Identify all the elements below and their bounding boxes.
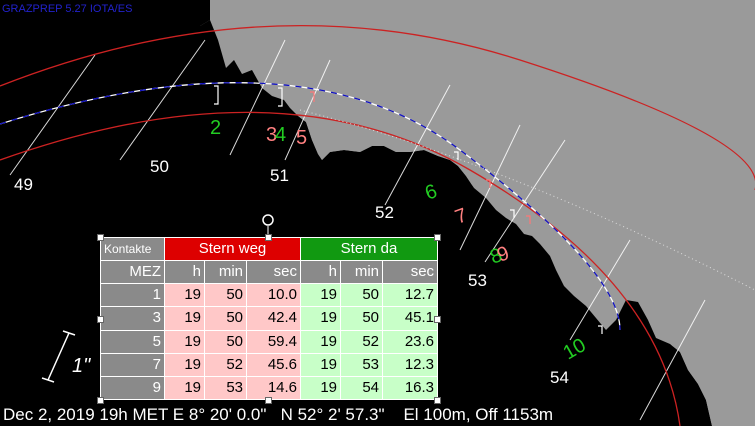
weg-h: 19 [164,375,205,401]
table-corner: Kontakte [100,236,165,262]
weg-sec: 14.6 [245,375,302,401]
table-row: 7 19 52 45.6 19 53 12.3 [100,352,439,377]
da-min: 52 [340,329,384,354]
da-min: 53 [340,352,384,377]
da-sec: 12.3 [382,352,439,377]
weg-h: 19 [164,329,205,354]
weg-min: 50 [204,283,247,308]
band-label-50: 50 [150,157,169,176]
row-header-mez: MEZ [100,260,165,285]
table-subheader-row: MEZ h min sec h min sec [100,260,439,285]
da-h: 19 [300,283,342,308]
row-index: 3 [100,306,165,331]
row-index: 5 [100,329,165,354]
da-min: 50 [340,283,384,308]
table-row: 1 19 50 10.0 19 50 12.7 [100,283,439,308]
col-sec-da: sec [382,260,439,285]
status-lat: N 52° 2' 57.3" [280,405,385,424]
da-h: 19 [300,306,342,331]
col-min-da: min [340,260,384,285]
da-sec: 16.3 [382,375,439,401]
da-sec: 23.6 [382,329,439,354]
col-h-da: h [300,260,342,285]
da-sec: 45.1 [382,306,439,331]
weg-h: 19 [164,352,205,377]
resize-handle[interactable] [434,316,441,323]
col-sec-weg: sec [245,260,302,285]
da-h: 19 [300,375,342,401]
band-label-49: 49 [14,175,33,194]
resize-handle[interactable] [97,397,104,404]
band-label-54: 54 [550,368,569,387]
weg-min: 53 [204,375,247,401]
event-label-4: 4 [275,124,286,146]
resize-handle[interactable] [265,234,272,241]
status-lon: E 8° 20' 0.0" [172,405,267,424]
col-min-weg: min [204,260,247,285]
weg-min: 50 [204,329,247,354]
band-label-52: 52 [375,203,394,222]
weg-min: 52 [204,352,247,377]
event-label-2: 2 [210,117,221,139]
weg-sec: 42.4 [245,306,302,331]
weg-sec: 45.6 [245,352,302,377]
status-date: Dec 2, 2019 19h MET [3,405,169,424]
app-title: GRAZPREP 5.27 IOTA/ES [2,3,133,15]
resize-handle[interactable] [265,397,272,404]
status-elev: El 100m, Off 1153m [403,405,554,424]
table-row: 3 19 50 42.4 19 50 45.1 [100,306,439,331]
resize-handle[interactable] [97,234,104,241]
band-label-51: 51 [270,166,289,185]
table-row: 5 19 50 59.4 19 52 23.6 [100,329,439,354]
da-min: 54 [340,375,384,401]
resize-handle[interactable] [97,316,104,323]
da-min: 50 [340,306,384,331]
da-sec: 12.7 [382,283,439,308]
col-h-weg: h [164,260,205,285]
resize-handle[interactable] [434,234,441,241]
resize-handle[interactable] [434,397,441,404]
row-index: 1 [100,283,165,308]
group-reappear: Stern da [300,236,439,262]
group-disappear: Stern weg [163,236,302,262]
status-line: Dec 2, 2019 19h MET E 8° 20' 0.0" N 52° … [3,405,553,425]
weg-sec: 10.0 [245,283,302,308]
contacts-table[interactable]: Kontakte Stern weg Stern da MEZ h min se… [100,236,439,401]
band-label-53: 53 [468,271,487,290]
event-label-5: 5 [296,127,307,149]
weg-sec: 59.4 [245,329,302,354]
da-h: 19 [300,352,342,377]
weg-h: 19 [164,283,205,308]
row-index: 9 [100,375,165,401]
scale-label: 1" [72,355,91,377]
weg-min: 50 [204,306,247,331]
da-h: 19 [300,329,342,354]
weg-h: 19 [164,306,205,331]
row-index: 7 [100,352,165,377]
